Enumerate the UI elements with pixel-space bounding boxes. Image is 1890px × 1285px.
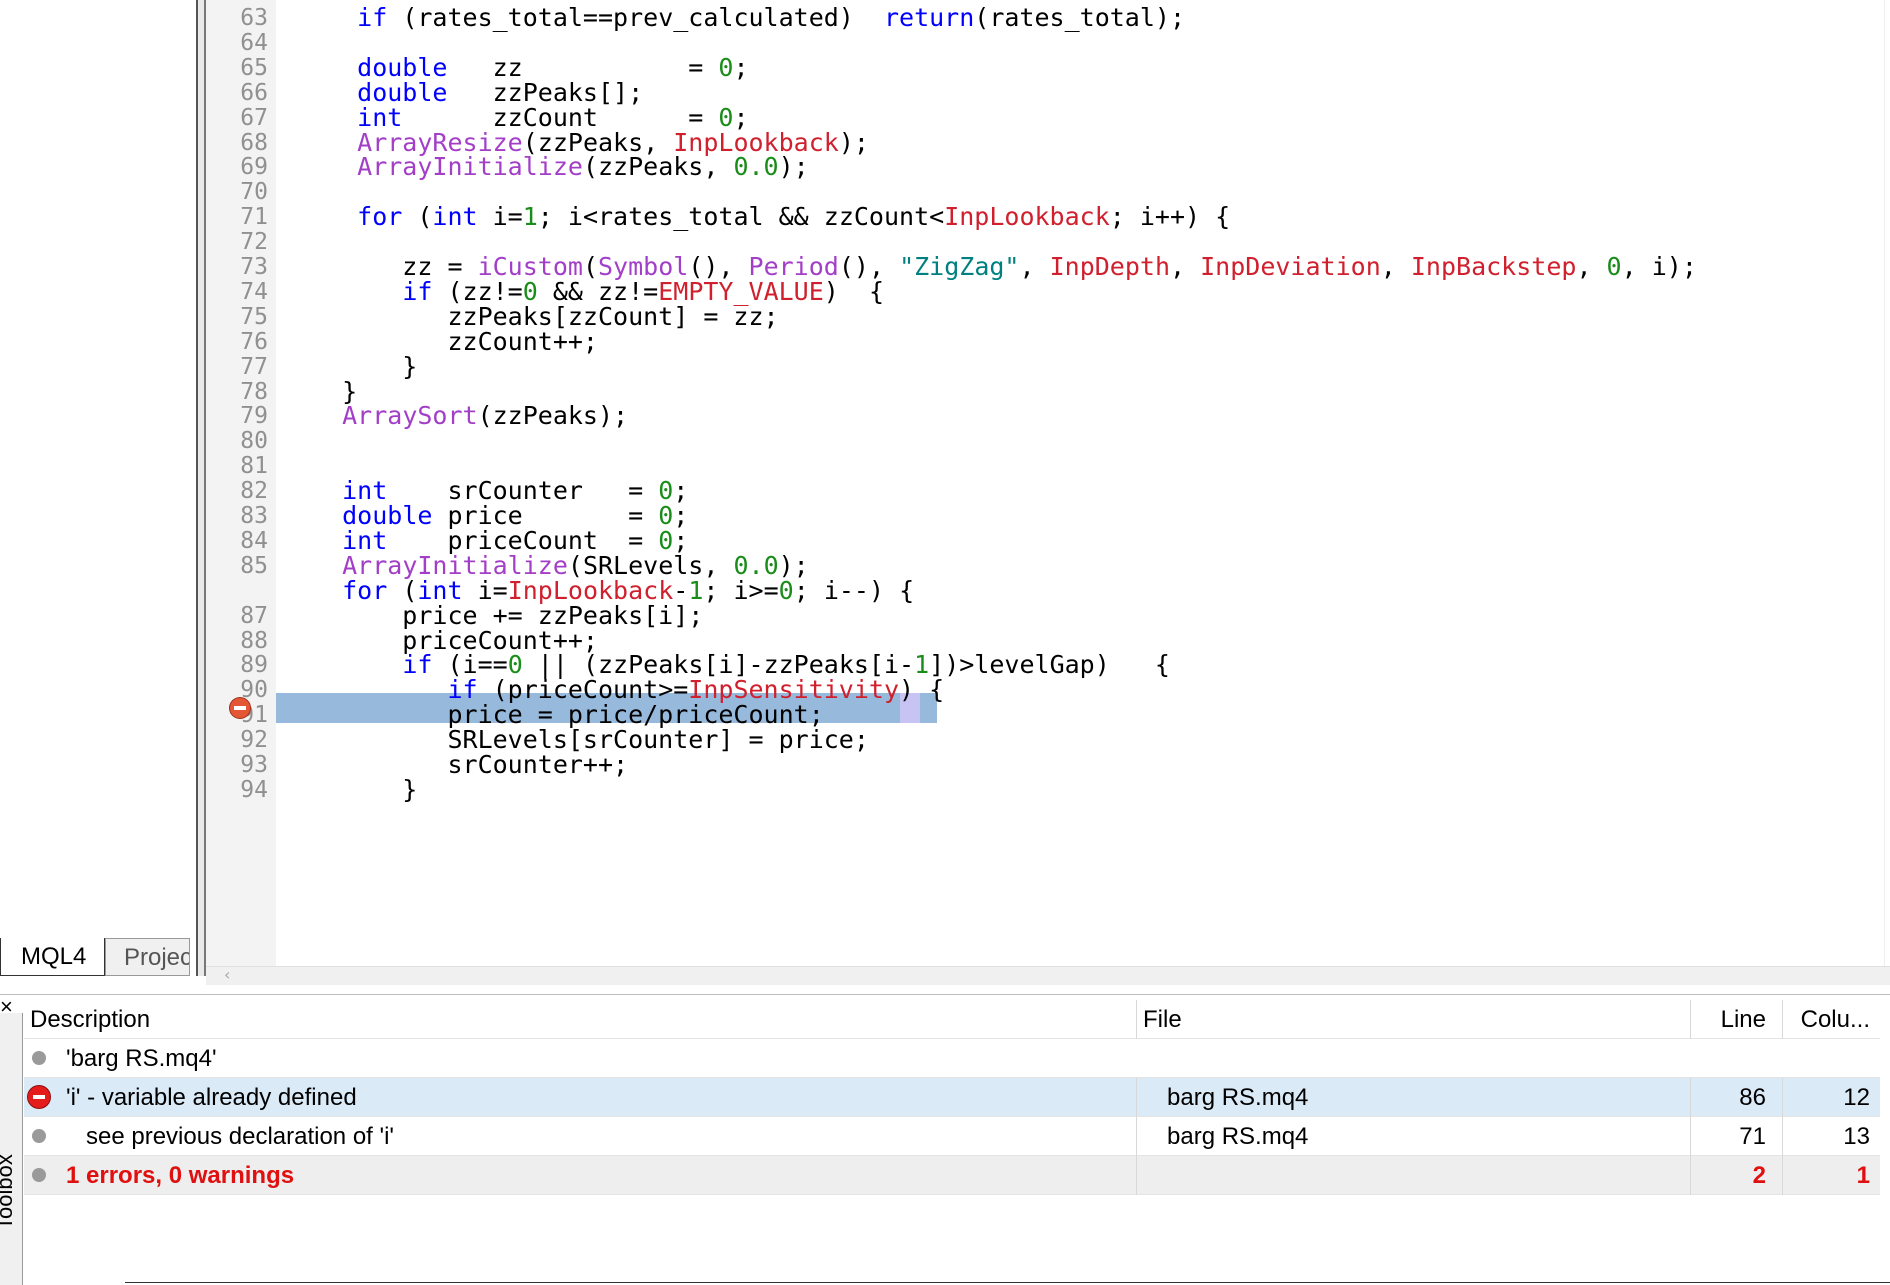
navigator-pane: MQL4 Projec [0,0,196,976]
row-description: 'i' - variable already defined [66,1084,357,1111]
row-column: 1 [1782,1156,1880,1195]
row-line: 71 [1690,1117,1782,1156]
scroll-left-icon[interactable]: ‹ [224,965,230,984]
table-row-error[interactable]: 'i' - variable already defined barg RS.m… [24,1078,1880,1117]
toolbox-side-label: Toolbox [0,1154,17,1230]
row-description: see previous declaration of 'i' [86,1123,395,1150]
row-file [1136,1156,1690,1195]
horizontal-scrollbar[interactable]: ‹ [206,965,1890,985]
table-header: Description File Line Colu... [24,1000,1880,1039]
column-header-file[interactable]: File [1136,1000,1690,1039]
row-file: barg RS.mq4 [1136,1078,1690,1117]
row-description: 1 errors, 0 warnings [66,1162,295,1189]
toolbox-side-strip [0,1013,23,1285]
table-row-summary[interactable]: 1 errors, 0 warnings 2 1 [24,1156,1880,1195]
code-editor[interactable]: 63 if (rates_total==prev_calculated) ret… [206,0,1890,966]
panel-bottom-border [125,1282,1890,1283]
row-line: 2 [1690,1156,1782,1195]
row-column: 13 [1782,1117,1880,1156]
row-line: 86 [1690,1078,1782,1117]
row-file: barg RS.mq4 [1136,1117,1690,1156]
tab-project[interactable]: Projec [105,938,190,976]
line-number: 94 [240,776,268,803]
tab-mql4[interactable]: MQL4 [0,938,105,976]
row-column: 12 [1782,1078,1880,1117]
column-header-line[interactable]: Line [1690,1000,1782,1039]
editor-right-edge [1884,0,1890,966]
table-row[interactable]: see previous declaration of 'i' barg RS.… [24,1117,1880,1156]
navigator-tabs: MQL4 Projec [0,938,196,978]
code-line[interactable]: 94 } [206,775,1890,805]
column-header-column[interactable]: Colu... [1782,1000,1880,1039]
line-code-text: } [312,774,418,804]
column-header-description[interactable]: Description [24,1000,1136,1039]
row-description: 'barg RS.mq4' [66,1045,217,1072]
table-row[interactable]: 'barg RS.mq4' [24,1039,1880,1078]
pane-splitter[interactable] [196,0,206,976]
error-marker-icon[interactable] [230,698,250,718]
